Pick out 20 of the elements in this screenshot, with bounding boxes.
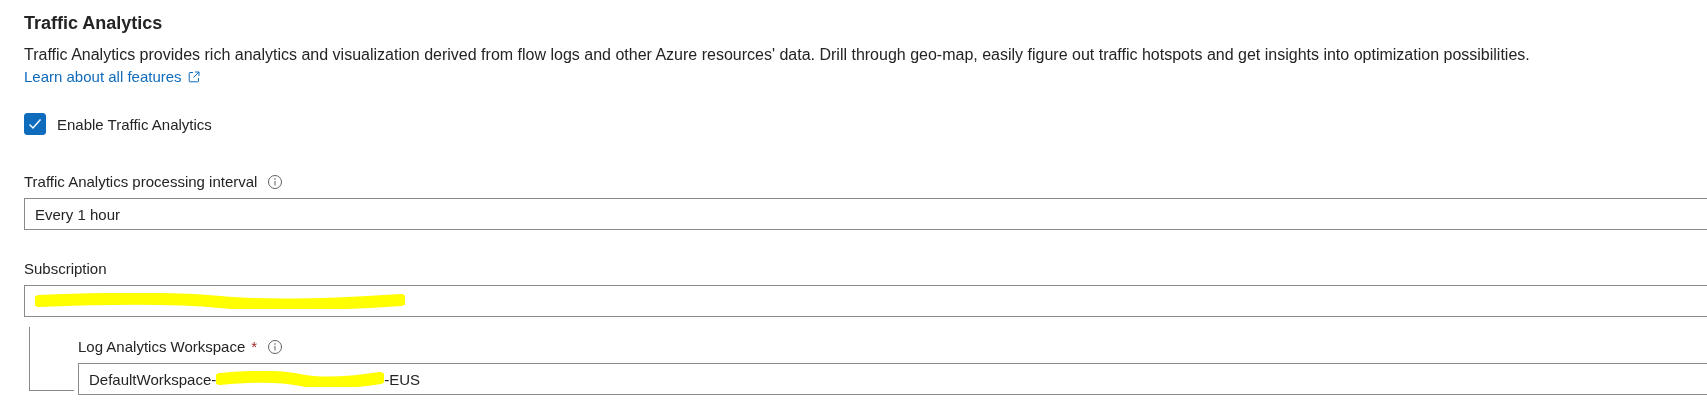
external-link-icon [187,70,200,83]
dropdown-field[interactable]: Every 1 hour [24,198,1707,230]
learn-link[interactable]: Learn about all features [24,68,200,85]
field-label: Subscription [24,260,107,277]
info-icon[interactable] [267,173,284,190]
required-asterisk: * [251,338,258,355]
checkbox-label: Enable Traffic Analytics [57,115,212,133]
dropdown-field[interactable]: DefaultWorkspace- -EUS [78,363,1707,395]
field-value: -EUS [384,370,421,388]
checkbox[interactable] [24,113,46,135]
field-label: Traffic Analytics processing interval [24,173,258,190]
info-icon[interactable] [267,338,284,355]
section-description: Traffic Analytics provides rich analytics and visualization derived from flow logs and other Azure resources' data. Drill through geo-map, easily figure out traffic hotspots and get insights into optimization possibilities. [24,46,1531,64]
field-label: Log Analytics Workspace [78,338,246,355]
dropdown-field[interactable] [24,285,1707,317]
tree-connector-line [29,327,74,391]
section-title: Traffic Analytics [24,13,163,34]
field-value: DefaultWorkspace- [89,370,217,388]
checkmark-icon [28,118,42,130]
field-value: Every 1 hour [35,205,121,223]
